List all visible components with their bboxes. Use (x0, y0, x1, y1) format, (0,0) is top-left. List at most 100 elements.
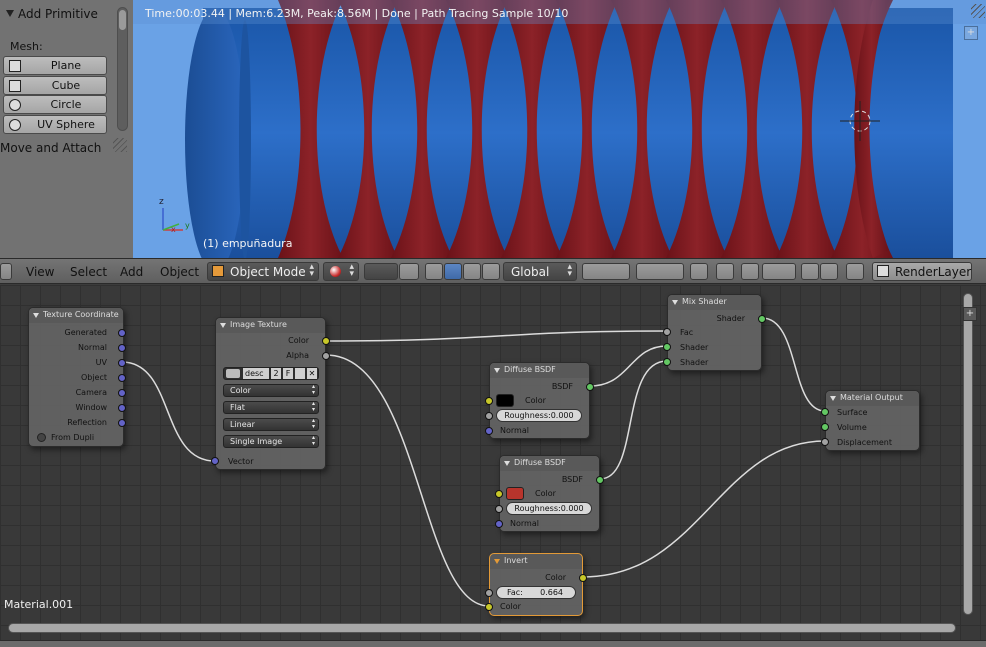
node-mix-shader[interactable]: Mix Shader Shader Fac Shader Shader (663, 294, 766, 371)
editor-type-icon[interactable] (0, 263, 12, 280)
layer-buttons-2[interactable] (636, 263, 684, 280)
input-socket-vector[interactable] (211, 457, 219, 465)
layer-buttons-1[interactable] (582, 263, 630, 280)
node-editor-expand-icon[interactable]: + (963, 307, 977, 321)
panel-resize-grip-icon[interactable] (113, 138, 127, 152)
input-socket-volume[interactable] (821, 423, 829, 431)
input-socket-fac[interactable] (485, 589, 493, 597)
output-socket-camera[interactable] (118, 389, 126, 397)
node-invert[interactable]: Invert Color Fac: 0.664 Color (485, 553, 587, 616)
image-datablock[interactable]: desc 2 F ✕ (223, 367, 319, 380)
render-camera-icon[interactable] (801, 263, 819, 280)
input-socket-color[interactable] (495, 490, 503, 498)
roughness-field[interactable]: Roughness:0.000 (496, 409, 582, 422)
node-editor-horizontal-scrollbar[interactable] (8, 623, 956, 633)
add-plane-button[interactable]: Plane (3, 56, 107, 75)
output-socket-alpha[interactable] (322, 352, 330, 360)
projection-select[interactable]: Flat (223, 401, 319, 414)
scale-icon[interactable] (482, 263, 500, 280)
color-swatch[interactable] (496, 394, 514, 407)
viewport-expand-icon[interactable]: + (964, 26, 978, 40)
output-socket-shader[interactable] (758, 315, 766, 323)
checkbox-label: From Dupli (51, 433, 95, 442)
output-socket-reflection[interactable] (118, 419, 126, 427)
link-color-invert (325, 354, 490, 607)
output-socket-generated[interactable] (118, 329, 126, 337)
input-socket-fac[interactable] (663, 328, 671, 336)
lock-layers-icon[interactable] (690, 263, 708, 280)
manipulator-icon[interactable] (399, 263, 419, 280)
interpolation-select[interactable]: Linear (223, 418, 319, 431)
render-animation-icon[interactable] (820, 263, 838, 280)
input-socket-shader-2[interactable] (663, 358, 671, 366)
add-uv-sphere-button[interactable]: UV Sphere (3, 115, 107, 134)
node-image-texture[interactable]: Image Texture Color Alpha desc 2 F ✕ Col… (211, 317, 330, 470)
node-title: Mix Shader (668, 295, 761, 310)
input-socket-roughness[interactable] (495, 505, 503, 513)
translate-icon[interactable] (444, 263, 462, 280)
snap-icon[interactable] (741, 263, 759, 280)
node-material-output[interactable]: Material Output Surface Volume Displacem… (821, 390, 920, 451)
image-name-field[interactable]: desc (243, 368, 269, 379)
fac-field[interactable]: Fac: 0.664 (496, 586, 576, 599)
source-select[interactable]: Single Image (223, 435, 319, 448)
output-socket-window[interactable] (118, 404, 126, 412)
menu-add[interactable]: Add (120, 265, 143, 279)
color-space-select[interactable]: Color (223, 384, 319, 397)
add-circle-button[interactable]: Circle (3, 95, 107, 114)
render-layer-label: RenderLayer (895, 265, 972, 279)
output-socket-normal[interactable] (118, 344, 126, 352)
output-socket-bsdf[interactable] (596, 476, 604, 484)
link-invert-displacement (582, 440, 826, 578)
input-socket-color[interactable] (485, 603, 493, 611)
3d-viewport[interactable]: z x y Time:00:03.44 | Mem:6.23M, Peak:8.… (133, 0, 986, 258)
output-socket-color[interactable] (322, 337, 330, 345)
output-socket-uv[interactable] (118, 359, 126, 367)
manipulator-toggle-icon[interactable] (425, 263, 443, 280)
image-browse-icon[interactable] (226, 369, 240, 378)
node-editor-vertical-scrollbar[interactable] (963, 293, 973, 615)
collapse-triangle-icon[interactable] (6, 10, 14, 17)
input-socket-normal[interactable] (485, 427, 493, 435)
node-diffuse-bsdf-2[interactable]: Diffuse BSDF BSDF Color Roughness:0.000 … (495, 455, 604, 532)
proportional-edit-icon[interactable] (716, 263, 734, 280)
svg-text:z: z (159, 197, 164, 207)
snap-element-select[interactable] (762, 263, 796, 280)
output-socket-color[interactable] (579, 574, 587, 582)
panel-scrollbar[interactable] (117, 7, 128, 131)
image-unlink-icon[interactable]: ✕ (307, 368, 317, 379)
output-socket-object[interactable] (118, 374, 126, 382)
socket-label: Vector (228, 457, 254, 466)
color-swatch[interactable] (506, 487, 524, 500)
panel-header[interactable]: Add Primitive (6, 7, 98, 21)
input-socket-normal[interactable] (495, 520, 503, 528)
pivot-point-select[interactable] (364, 263, 398, 280)
node-editor-canvas[interactable]: Texture Coordinate Generated Normal UV O… (0, 285, 986, 647)
roughness-field[interactable]: Roughness:0.000 (506, 502, 592, 515)
menu-select[interactable]: Select (70, 265, 107, 279)
input-socket-roughness[interactable] (485, 412, 493, 420)
rotate-icon[interactable] (463, 263, 481, 280)
input-socket-displacement[interactable] (821, 438, 829, 446)
move-and-attach-header[interactable]: Move and Attach (0, 141, 101, 155)
output-socket-bsdf[interactable] (586, 383, 594, 391)
transform-orientation-select[interactable]: Global ▴ ▾ (503, 262, 577, 281)
fake-user-button[interactable]: F (283, 368, 293, 379)
circle-icon (9, 99, 21, 111)
socket-label: Alpha (286, 351, 309, 360)
mode-select[interactable]: Object Mode ▴ ▾ (207, 262, 319, 281)
add-cube-button[interactable]: Cube (3, 76, 107, 95)
image-open-icon[interactable] (295, 368, 305, 379)
input-socket-color[interactable] (485, 397, 493, 405)
from-dupli-checkbox[interactable] (37, 433, 46, 442)
node-diffuse-bsdf-1[interactable]: Diffuse BSDF BSDF Color Roughness:0.000 … (485, 362, 594, 439)
menu-view[interactable]: View (26, 265, 54, 279)
input-socket-surface[interactable] (821, 408, 829, 416)
menu-object[interactable]: Object (160, 265, 199, 279)
render-layer-select[interactable]: RenderLayer (872, 262, 972, 281)
viewport-shading-select[interactable]: ▴ ▾ (323, 262, 359, 281)
viewport-split-grip-icon[interactable] (971, 4, 985, 18)
node-texture-coordinate[interactable]: Texture Coordinate Generated Normal UV O… (28, 307, 126, 447)
pause-icon[interactable] (846, 263, 864, 280)
input-socket-shader-1[interactable] (663, 343, 671, 351)
